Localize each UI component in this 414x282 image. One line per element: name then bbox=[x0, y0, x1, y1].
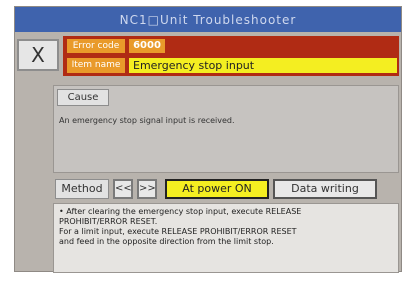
error-code-value: 6000 bbox=[129, 39, 165, 53]
at-power-on-button[interactable]: At power ON bbox=[165, 179, 269, 199]
window-title: NC1□Unit Troubleshooter bbox=[15, 7, 401, 32]
close-button[interactable]: X bbox=[17, 39, 59, 71]
method-line: • After clearing the emergency stop inpu… bbox=[59, 207, 302, 216]
cause-text: An emergency stop signal input is receiv… bbox=[59, 116, 235, 125]
next-page-button[interactable]: >> bbox=[137, 179, 157, 199]
cause-tab[interactable]: Cause bbox=[57, 89, 109, 106]
cause-panel: Cause An emergency stop signal input is … bbox=[53, 85, 399, 173]
troubleshooter-window: NC1□Unit Troubleshooter X Error code 600… bbox=[14, 6, 402, 273]
error-header-panel: Error code 6000 Item name Emergency stop… bbox=[63, 36, 399, 76]
method-line: PROHIBIT/ERROR RESET. bbox=[59, 217, 158, 226]
method-text: • After clearing the emergency stop inpu… bbox=[59, 207, 395, 247]
previous-page-button[interactable]: << bbox=[113, 179, 133, 199]
error-code-label: Error code bbox=[67, 39, 125, 53]
method-panel: • After clearing the emergency stop inpu… bbox=[53, 203, 399, 273]
method-line: and feed in the opposite direction from … bbox=[59, 237, 274, 246]
data-writing-button[interactable]: Data writing bbox=[273, 179, 377, 199]
item-name-value: Emergency stop input bbox=[129, 58, 397, 73]
method-line: For a limit input, execute RELEASE PROHI… bbox=[59, 227, 297, 236]
item-name-label: Item name bbox=[67, 58, 125, 73]
method-toolbar: Method << >> At power ON Data writing bbox=[53, 179, 399, 199]
method-label: Method bbox=[55, 179, 109, 199]
